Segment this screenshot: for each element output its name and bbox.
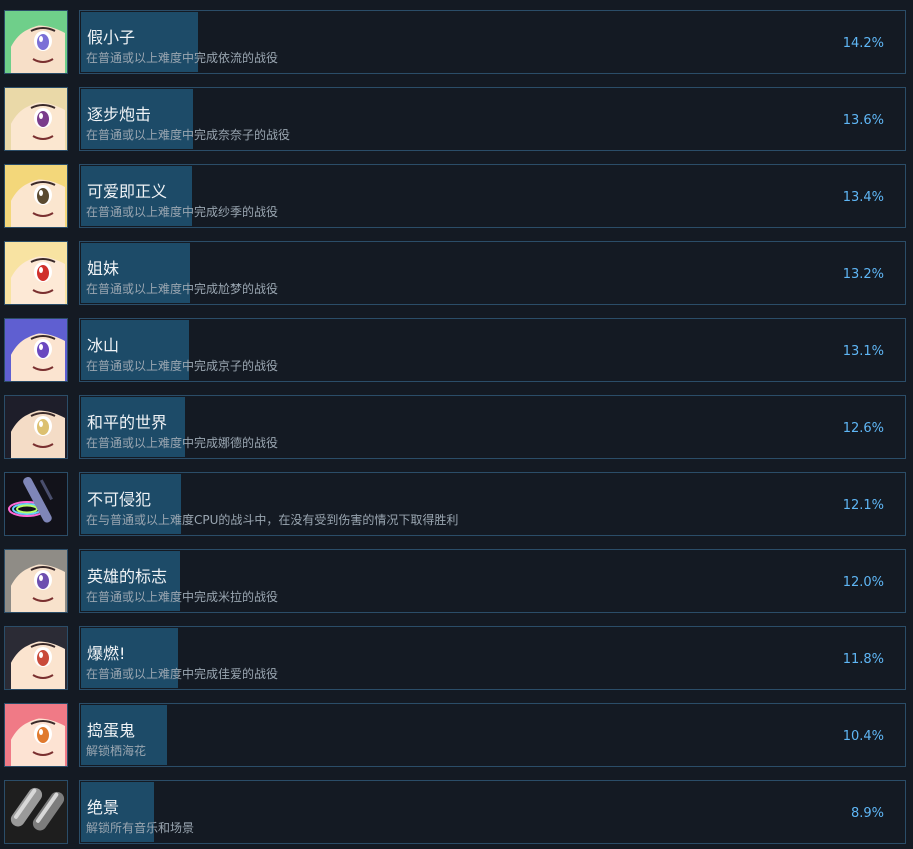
achievement-description: 在普通或以上难度中完成奈奈子的战役 (86, 128, 291, 142)
achievement-description: 在普通或以上难度中完成佳爱的战役 (86, 667, 279, 681)
achievement-card: 可爱即正义在普通或以上难度中完成纱季的战役 13.4% (79, 164, 906, 228)
anime-portrait-shouting-icon (4, 626, 68, 690)
anime-portrait-blonde-icon (4, 164, 68, 228)
achievement-row: 捣蛋鬼解锁栖海花 10.4% (0, 703, 913, 767)
achievement-title: 不可侵犯 (87, 490, 152, 509)
unlock-percent: 13.4% (842, 190, 884, 205)
anime-portrait-grin-icon (4, 87, 68, 151)
achievement-card: 绝景解锁所有音乐和场景 8.9% (79, 780, 906, 844)
achievement-title: 逐步炮击 (87, 105, 152, 124)
anime-portrait-red-eye-icon (4, 241, 68, 305)
achievement-description: 解锁所有音乐和场景 (86, 821, 195, 835)
achievement-card: 爆燃! 在普通或以上难度中完成佳爱的战役 11.8% (79, 626, 906, 690)
unlock-percent: 11.8% (842, 652, 884, 667)
anime-portrait-glasses-icon (4, 318, 68, 382)
achievement-row: 可爱即正义在普通或以上难度中完成纱季的战役 13.4% (0, 164, 913, 228)
anime-portrait-grey-hair-icon (4, 549, 68, 613)
achievement-row: 和平的世界在普通或以上难度中完成娜德的战役 12.6% (0, 395, 913, 459)
achievement-description: 在普通或以上难度中完成米拉的战役 (86, 590, 279, 604)
anime-portrait-green-hair-icon (4, 10, 68, 74)
achievement-row: 英雄的标志在普通或以上难度中完成米拉的战役 12.0% (0, 549, 913, 613)
unlock-percent: 13.6% (842, 113, 884, 128)
achievement-card: 冰山在普通或以上难度中完成京子的战役 13.1% (79, 318, 906, 382)
achievement-description: 在与普通或以上难度CPU的战斗中，在没有受到伤害的情况下取得胜利 (86, 513, 459, 527)
achievement-title: 和平的世界 (87, 413, 168, 432)
achievement-description: 在普通或以上难度中完成纱季的战役 (86, 205, 279, 219)
achievement-title: 绝景 (87, 798, 120, 817)
anime-portrait-dark-hair-icon (4, 395, 68, 459)
achievement-description: 解锁栖海花 (86, 744, 147, 758)
achievement-card: 不可侵犯在与普通或以上难度CPU的战斗中，在没有受到伤害的情况下取得胜利 12.1… (79, 472, 906, 536)
unlock-percent: 10.4% (842, 729, 884, 744)
unlock-percent: 13.1% (842, 344, 884, 359)
achievement-title: 爆燃! (87, 644, 126, 663)
achievement-card: 英雄的标志在普通或以上难度中完成米拉的战役 12.0% (79, 549, 906, 613)
achievement-list: 假小子在普通或以上难度中完成依流的战役 14.2% 逐步炮击在普通或以上难度中完成奈… (0, 0, 913, 849)
achievement-card: 逐步炮击在普通或以上难度中完成奈奈子的战役 13.6% (79, 87, 906, 151)
achievement-card: 和平的世界在普通或以上难度中完成娜德的战役 12.6% (79, 395, 906, 459)
unlock-percent: 12.1% (842, 498, 884, 513)
unlock-percent: 12.6% (842, 421, 884, 436)
achievement-row: 爆燃! 在普通或以上难度中完成佳爱的战役 11.8% (0, 626, 913, 690)
grey-capsules-icon (4, 780, 68, 844)
achievement-description: 在普通或以上难度中完成尬梦的战役 (86, 282, 279, 296)
achievement-title: 可爱即正义 (87, 182, 168, 201)
achievement-description: 在普通或以上难度中完成娜德的战役 (86, 436, 279, 450)
achievement-row: 冰山在普通或以上难度中完成京子的战役 13.1% (0, 318, 913, 382)
achievement-row: 姐妹在普通或以上难度中完成尬梦的战役 13.2% (0, 241, 913, 305)
unlock-percent: 12.0% (842, 575, 884, 590)
unlock-percent: 13.2% (842, 267, 884, 282)
achievement-description: 在普通或以上难度中完成依流的战役 (86, 51, 279, 65)
unlock-percent: 8.9% (850, 806, 884, 821)
anime-portrait-pink-hair-icon (4, 703, 68, 767)
unlock-percent: 14.2% (842, 36, 884, 51)
achievement-description: 在普通或以上难度中完成京子的战役 (86, 359, 279, 373)
achievement-row: 逐步炮击在普通或以上难度中完成奈奈子的战役 13.6% (0, 87, 913, 151)
achievement-title: 捣蛋鬼 (87, 721, 136, 740)
achievement-row: 绝景解锁所有音乐和场景 8.9% (0, 780, 913, 844)
achievement-card: 姐妹在普通或以上难度中完成尬梦的战役 13.2% (79, 241, 906, 305)
achievement-row: 不可侵犯在与普通或以上难度CPU的战斗中，在没有受到伤害的情况下取得胜利 12.1… (0, 472, 913, 536)
achievement-row: 假小子在普通或以上难度中完成依流的战役 14.2% (0, 10, 913, 74)
achievement-card: 捣蛋鬼解锁栖海花 10.4% (79, 703, 906, 767)
achievement-title: 冰山 (87, 336, 120, 355)
achievement-title: 假小子 (87, 28, 136, 47)
achievement-title: 英雄的标志 (87, 567, 168, 586)
achievement-card: 假小子在普通或以上难度中完成依流的战役 14.2% (79, 10, 906, 74)
achievement-title: 姐妹 (87, 259, 120, 278)
rainbow-ring-icon (4, 472, 68, 536)
